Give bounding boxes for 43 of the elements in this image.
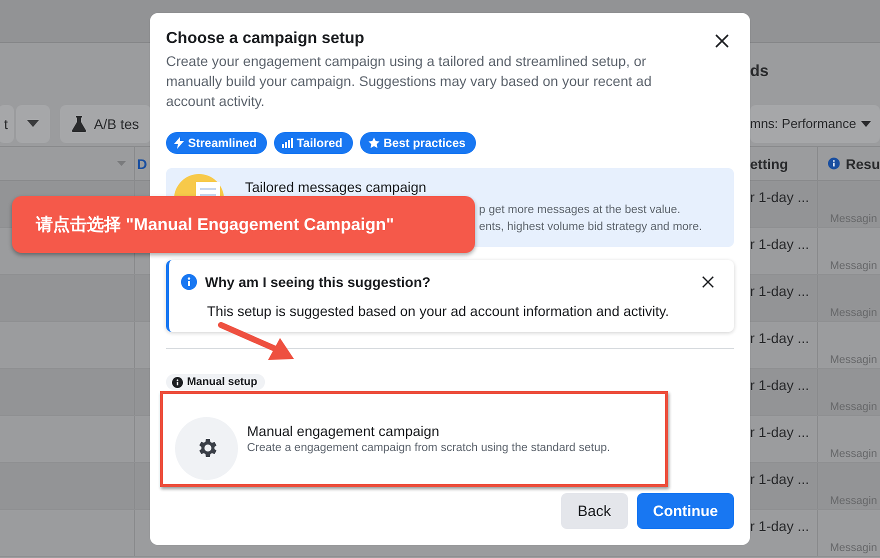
suggestion-title: Tailored messages campaign — [245, 178, 428, 196]
back-button[interactable]: Back — [560, 493, 628, 529]
info-icon — [181, 274, 197, 290]
info-icon — [828, 156, 840, 171]
table-cell: r 1-day ... — [750, 424, 810, 440]
caret-icon — [861, 120, 872, 126]
table-cell: r 1-day ... — [750, 518, 810, 534]
continue-button[interactable]: Continue — [637, 493, 734, 529]
dropdown-button[interactable] — [16, 104, 50, 142]
suggestion-description: p get more messages at the best value. — [479, 203, 682, 218]
table-cell: r 1-day ... — [750, 283, 810, 299]
table-cell: r 1-day ... — [750, 236, 810, 252]
option-description: Create a engagement campaign from scratch using the standard setup. — [247, 442, 610, 454]
dialog-title: Choose a campaign setup — [166, 29, 364, 49]
table-cell: r 1-day ... — [750, 377, 810, 393]
manual-setup-badge: Manual setup — [166, 374, 266, 390]
sort-caret-icon — [117, 161, 126, 166]
dialog-description: Create your engagement campaign using a tailored and streamlined setup, or manually build your campaign. Suggestions may vary based on your recent ad account activity. — [166, 52, 653, 111]
info-text: This setup is suggested based on your ad account information and activity. — [206, 303, 670, 319]
bar-chart-icon — [282, 138, 293, 148]
column-header: D — [137, 156, 148, 172]
manual-campaign-option[interactable]: Manual engagement campaign Create a engagement campaign from scratch using the standard setup. — [166, 397, 656, 479]
ab-test-button[interactable]: A/B tes — [60, 104, 152, 142]
feature-tag: Tailored — [274, 132, 352, 154]
info-icon — [172, 376, 183, 388]
table-cell: r 1-day ... — [750, 189, 810, 205]
feature-tag: Best practices — [360, 132, 476, 154]
lightning-icon — [174, 137, 184, 149]
caret-icon — [26, 120, 39, 127]
feature-tag: Streamlined — [166, 132, 267, 154]
table-cell: r 1-day ... — [750, 471, 810, 487]
instruction-callout: 请点击选择 "Manual Engagement Campaign" — [12, 196, 475, 253]
toolbar-button[interactable]: t — [0, 104, 14, 142]
star-icon — [368, 137, 380, 149]
page-heading: ds — [750, 63, 769, 81]
info-title: Why am I seeing this suggestion? — [205, 274, 432, 290]
suggestion-description: ents, highest volume bid strategy and more. — [479, 220, 704, 235]
column-header: etting — [750, 156, 788, 172]
flask-icon — [72, 116, 86, 132]
table-cell: r 1-day ... — [750, 330, 810, 346]
column-header: Resu — [846, 156, 880, 172]
columns-button[interactable]: mns: Performance — [750, 104, 880, 142]
option-title: Manual engagement campaign — [247, 422, 440, 440]
